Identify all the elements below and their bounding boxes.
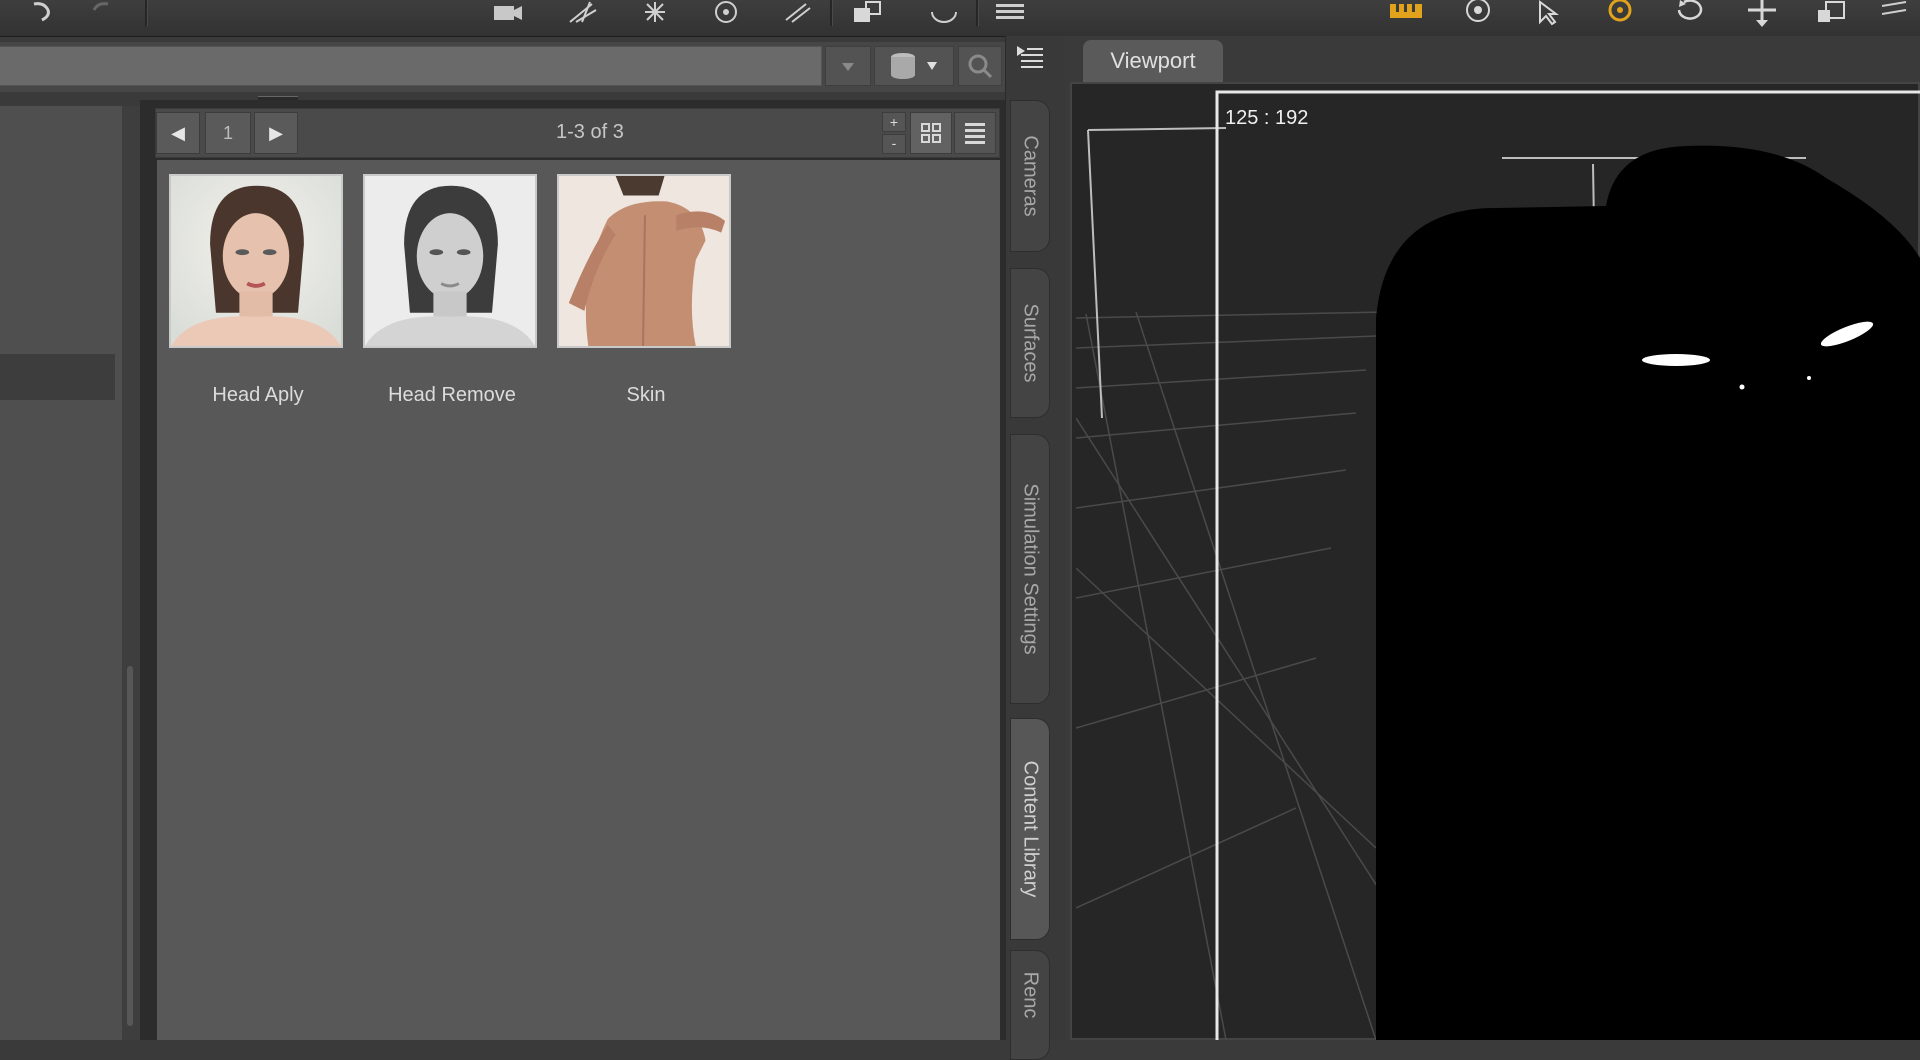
tab-simulation-settings[interactable]: Simulation Settings [1010,434,1050,704]
tab-cameras[interactable]: Cameras [1010,100,1050,252]
toolbar-separator [145,0,148,26]
point-light-icon[interactable] [635,0,675,30]
category-tree-panel[interactable] [0,106,122,1040]
asset-label: Head Aply [212,384,304,406]
menu-list-icon[interactable] [992,0,1032,30]
page-number-field[interactable]: 1 [205,112,251,154]
more-icon[interactable] [1876,0,1916,30]
search-input[interactable] [0,46,822,86]
asset-tile[interactable]: Head Remove [363,174,541,407]
tab-render[interactable]: Renc [1010,950,1050,1060]
tab-surfaces[interactable]: Surfaces [1010,268,1050,418]
page-number: 1 [222,123,233,143]
zoom-in-icon[interactable]: + [882,112,906,132]
tab-label: Simulation Settings [1019,483,1042,655]
database-icon [891,53,937,79]
render-settings-icon[interactable] [706,0,746,30]
database-select-button[interactable] [874,46,954,86]
asset-label: Head Remove [388,384,516,406]
portrait-color-thumbnail[interactable] [169,174,343,348]
view-sphere-icon[interactable] [1458,0,1498,30]
viewport-scene[interactable] [1076,88,1920,1040]
tab-viewport[interactable]: Viewport [1083,40,1223,82]
tree-scrollbar[interactable] [122,106,140,1040]
back-skin-thumbnail[interactable] [557,174,731,348]
portrait-gray-thumbnail[interactable] [363,174,537,348]
selected-tree-item[interactable] [0,354,115,400]
toolbar-separator [830,0,833,26]
active-tool-icon[interactable] [1386,0,1426,30]
zoom-stepper[interactable]: + - [882,112,906,154]
search-filter-dropdown[interactable] [825,46,871,86]
node-select-icon[interactable] [1528,0,1568,30]
tab-label: Cameras [1019,135,1042,217]
tab-content-library[interactable]: Content Library [1010,718,1050,940]
tab-label: Renc [1019,971,1042,1019]
arrow-left-icon: ◀ [171,123,185,143]
rotate-icon[interactable] [1670,0,1710,30]
tree-scrollbar-thumb[interactable] [127,666,133,1026]
previous-page-button[interactable]: ◀ [156,112,200,154]
zoom-out-icon[interactable]: - [882,134,906,154]
grid-icon [921,123,941,143]
list-view-button[interactable] [954,112,996,154]
scale-icon[interactable] [1812,0,1852,30]
camera-icon[interactable] [488,0,528,30]
main-toolbar [0,0,1920,37]
coordinate-readout: 125 : 192 [1225,107,1309,129]
content-navigation-bar: ◀ 1 ▶ 1-3 of 3 + - [155,108,1000,158]
tab-label: Content Library [1019,760,1042,898]
next-page-button[interactable]: ▶ [254,112,298,154]
pane-menu-icon[interactable] [1013,42,1047,72]
content-search-bar [0,42,1005,92]
asset-tile[interactable]: Head Aply [169,174,347,407]
joint-rotate-icon[interactable] [924,0,964,30]
list-icon [965,123,985,144]
search-button[interactable] [958,46,1002,86]
asset-label: Skin [626,384,666,406]
toolbar-separator [976,0,979,26]
universal-tool-icon[interactable] [1600,0,1640,30]
redo-icon[interactable] [82,0,122,30]
page-range-label: 1-3 of 3 [556,121,624,143]
search-icon [968,54,993,79]
tab-label: Surfaces [1019,303,1042,383]
spotlight-icon[interactable] [562,0,602,30]
distant-light-icon[interactable] [776,0,816,30]
asset-tile[interactable]: Skin [557,174,735,407]
arrow-right-icon: ▶ [269,123,283,143]
translate-icon[interactable] [1742,0,1782,30]
chevron-down-icon [842,63,854,71]
group-icon[interactable] [848,0,888,30]
grid-view-button[interactable] [910,112,952,154]
undo-icon[interactable] [20,0,60,30]
